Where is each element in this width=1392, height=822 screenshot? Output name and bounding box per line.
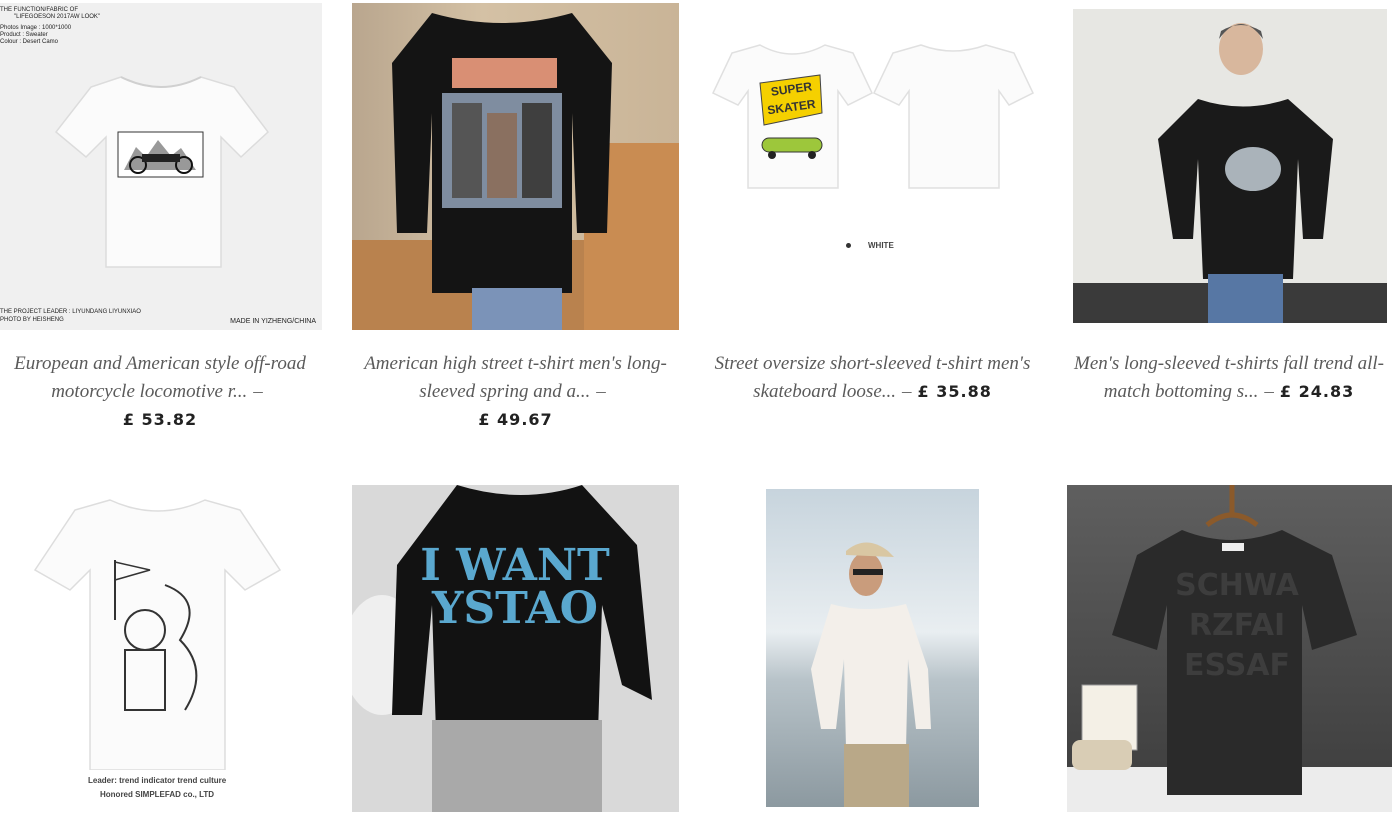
product-card[interactable]: Men's long-sleeved t-shirts fall trend a… (1066, 0, 1392, 440)
product-price: £ 24.83 (1279, 382, 1355, 401)
image-caption-text: Honored SIMPLEFAD co., LTD (100, 790, 215, 799)
product-image[interactable]: Leader: trend indicator trend culture Ho… (0, 485, 322, 810)
product-image[interactable]: I WANT YSTAO (352, 485, 679, 812)
product-image[interactable]: SUPER SKATER WHITE (705, 3, 1040, 330)
product-image[interactable]: SCHWA RZFAI ESSAF (1067, 485, 1392, 812)
product-price: £ 53.82 (122, 410, 198, 429)
image-spec-text: Product : Sweater (0, 32, 48, 38)
white-tshirt-icon (54, 75, 270, 268)
black-printed-tshirt-icon: SCHWA RZFAI ESSAF (1072, 485, 1357, 795)
white-tshirt-front-icon: SUPER SKATER (712, 44, 873, 189)
white-astronaut-tshirt-icon (33, 499, 282, 770)
product-card[interactable] (766, 489, 979, 809)
svg-text:ESSAF: ESSAF (1184, 648, 1290, 683)
product-grid: THE FUNCTION/FABRIC OF "LIFEGOESON 2017A… (0, 0, 1392, 822)
color-swatch-dot[interactable] (846, 243, 851, 248)
man-white-tshirt-icon (811, 542, 931, 807)
product-caption[interactable]: American high street t-shirt men's long-… (357, 350, 674, 434)
product-image[interactable] (352, 3, 679, 330)
image-footer-text: MADE IN YIZHENG/CHINA (230, 318, 316, 325)
product-image[interactable]: THE FUNCTION/FABRIC OF "LIFEGOESON 2017A… (0, 3, 322, 330)
product-card[interactable]: THE FUNCTION/FABRIC OF "LIFEGOESON 2017A… (0, 0, 325, 440)
product-card[interactable]: Leader: trend indicator trend culture Ho… (0, 485, 325, 822)
product-title[interactable]: American high street t-shirt men's long-… (364, 353, 667, 402)
black-longsleeve-tshirt-icon (392, 13, 612, 330)
product-caption[interactable]: Men's long-sleeved t-shirts fall trend a… (1066, 350, 1392, 406)
black-longsleeve-model-icon (1158, 23, 1333, 323)
black-longsleeve-iwant-icon: I WANT YSTAO (352, 485, 652, 812)
product-card[interactable]: SCHWA RZFAI ESSAF (1066, 485, 1392, 822)
image-footer-text: PHOTO BY HEISHENG (0, 317, 64, 323)
svg-text:YSTAO: YSTAO (431, 583, 598, 634)
image-spec-text: Colour : Desert Camo (0, 39, 59, 45)
product-price: £ 49.67 (478, 410, 553, 429)
product-card[interactable]: SUPER SKATER WHITE Street oversize short… (705, 0, 1040, 440)
product-card[interactable]: I WANT YSTAO (352, 485, 679, 822)
product-price: £ 35.88 (917, 382, 992, 401)
image-header-text: "LIFEGOESON 2017AW LOOK" (14, 14, 101, 20)
svg-text:SCHWA: SCHWA (1175, 568, 1299, 603)
white-tshirt-back-icon (873, 44, 1034, 189)
product-image[interactable] (1073, 9, 1387, 323)
image-spec-text: Photos Image : 1000*1000 (0, 25, 72, 31)
product-caption[interactable]: Street oversize short-sleeved t-shirt me… (705, 350, 1040, 406)
product-card[interactable]: American high street t-shirt men's long-… (352, 0, 679, 440)
svg-text:RZFAI: RZFAI (1189, 608, 1285, 643)
image-caption-text: Leader: trend indicator trend culture (88, 776, 227, 785)
image-header-text: THE FUNCTION/FABRIC OF (0, 7, 78, 13)
color-option-label: WHITE (868, 241, 894, 250)
image-footer-text: THE PROJECT LEADER : LIYUNDANG LIYUNXIAO (0, 309, 141, 315)
product-image[interactable] (766, 489, 979, 807)
product-caption[interactable]: European and American style off-road mot… (5, 350, 315, 434)
